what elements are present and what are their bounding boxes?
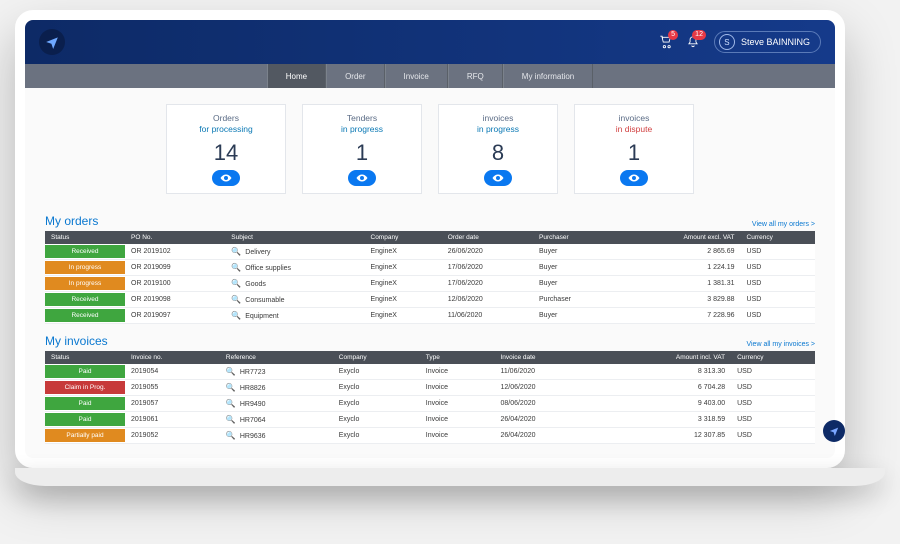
stat-value: 1 — [628, 140, 640, 166]
notifications-badge: 12 — [692, 30, 706, 40]
status-badge: Partially paid — [45, 429, 125, 442]
col-header: Currency — [731, 351, 815, 364]
stat-view-button[interactable] — [348, 170, 376, 186]
table-row[interactable]: Claim in Prog.2019055🔍HR8826ExycloInvoic… — [45, 380, 815, 396]
status-badge: Received — [45, 293, 125, 306]
stat-view-button[interactable] — [620, 170, 648, 186]
col-header: Currency — [741, 231, 815, 244]
table-row[interactable]: In progressOR 2019099🔍Office suppliesEng… — [45, 260, 815, 276]
col-header: Company — [365, 231, 442, 244]
status-badge: Paid — [45, 397, 125, 410]
cart-button[interactable]: 5 — [658, 35, 672, 49]
nav-invoice[interactable]: Invoice — [385, 64, 448, 88]
status-badge: Claim in Prog. — [45, 381, 125, 394]
brand-logo — [39, 29, 65, 55]
search-icon[interactable]: 🔍 — [226, 399, 236, 408]
search-icon[interactable]: 🔍 — [231, 279, 241, 288]
search-icon[interactable]: 🔍 — [231, 295, 241, 304]
main-nav: HomeOrderInvoiceRFQMy information — [25, 64, 835, 88]
nav-my-information[interactable]: My information — [503, 64, 593, 88]
status-cell: Paid — [45, 364, 125, 380]
search-icon[interactable]: 🔍 — [226, 415, 236, 424]
table-row[interactable]: ReceivedOR 2019102🔍DeliveryEngineX26/06/… — [45, 244, 815, 260]
col-header: Invoice no. — [125, 351, 220, 364]
status-badge: Paid — [45, 413, 125, 426]
col-header: Status — [45, 231, 125, 244]
user-menu[interactable]: S Steve BAINNING — [714, 31, 821, 53]
invoices-table: StatusInvoice no.ReferenceCompanyTypeInv… — [45, 351, 815, 444]
search-icon[interactable]: 🔍 — [231, 263, 241, 272]
stat-title: invoicesin dispute — [616, 113, 652, 134]
search-icon[interactable]: 🔍 — [231, 311, 241, 320]
col-header: Company — [333, 351, 420, 364]
table-row[interactable]: Paid2019057🔍HR9490ExycloInvoice08/06/202… — [45, 396, 815, 412]
stat-view-button[interactable] — [484, 170, 512, 186]
stat-value: 8 — [492, 140, 504, 166]
status-badge: In progress — [45, 261, 125, 274]
status-cell: Received — [45, 292, 125, 308]
col-header: Reference — [220, 351, 333, 364]
table-row[interactable]: Partially paid2019052🔍HR9636ExycloInvoic… — [45, 428, 815, 444]
stat-card-0: Ordersfor processing 14 — [166, 104, 286, 194]
status-cell: In progress — [45, 260, 125, 276]
status-cell: Paid — [45, 396, 125, 412]
nav-rfq[interactable]: RFQ — [448, 64, 503, 88]
table-row[interactable]: ReceivedOR 2019098🔍ConsumableEngineX12/0… — [45, 292, 815, 308]
invoices-title: My invoices — [45, 334, 108, 348]
user-name: Steve BAINNING — [741, 37, 810, 47]
search-icon[interactable]: 🔍 — [231, 247, 241, 256]
view-all-orders-link[interactable]: View all my orders > — [752, 221, 815, 228]
status-badge: Paid — [45, 365, 125, 378]
status-cell: In progress — [45, 276, 125, 292]
stat-title: Tendersin progress — [341, 113, 383, 134]
status-cell: Paid — [45, 412, 125, 428]
col-header: Amount excl. VAT — [618, 231, 740, 244]
avatar: S — [719, 34, 735, 50]
stat-value: 1 — [356, 140, 368, 166]
orders-table: StatusPO No.SubjectCompanyOrder datePurc… — [45, 231, 815, 324]
status-badge: Received — [45, 245, 125, 258]
search-icon[interactable]: 🔍 — [226, 383, 236, 392]
search-icon[interactable]: 🔍 — [226, 367, 236, 376]
nav-home[interactable]: Home — [267, 64, 326, 88]
status-cell: Received — [45, 308, 125, 324]
notifications-button[interactable]: 12 — [686, 35, 700, 49]
col-header: Status — [45, 351, 125, 364]
stat-card-2: invoicesin progress 8 — [438, 104, 558, 194]
stat-card-3: invoicesin dispute 1 — [574, 104, 694, 194]
stat-title: Ordersfor processing — [199, 113, 252, 134]
table-row[interactable]: Paid2019061🔍HR7064ExycloInvoice26/04/202… — [45, 412, 815, 428]
header-bar: 5 12 S Steve BAINNING — [25, 20, 835, 64]
status-cell: Received — [45, 244, 125, 260]
col-header: Order date — [442, 231, 533, 244]
col-header: PO No. — [125, 231, 225, 244]
col-header: Subject — [225, 231, 364, 244]
fab-button[interactable] — [823, 420, 845, 442]
table-row[interactable]: ReceivedOR 2019097🔍EquipmentEngineX11/06… — [45, 308, 815, 324]
stats-row: Ordersfor processing 14 Tendersin progress… — [25, 88, 835, 210]
col-header: Type — [420, 351, 495, 364]
status-cell: Claim in Prog. — [45, 380, 125, 396]
status-badge: Received — [45, 309, 125, 322]
col-header: Invoice date — [494, 351, 597, 364]
cart-badge: 5 — [668, 30, 678, 40]
orders-title: My orders — [45, 214, 98, 228]
status-cell: Partially paid — [45, 428, 125, 444]
stat-title: invoicesin progress — [477, 113, 519, 134]
search-icon[interactable]: 🔍 — [226, 431, 236, 440]
nav-order[interactable]: Order — [326, 64, 384, 88]
col-header: Amount incl. VAT — [597, 351, 731, 364]
col-header: Purchaser — [533, 231, 618, 244]
status-badge: In progress — [45, 277, 125, 290]
table-row[interactable]: In progressOR 2019100🔍GoodsEngineX17/06/… — [45, 276, 815, 292]
stat-value: 14 — [214, 140, 238, 166]
stat-card-1: Tendersin progress 1 — [302, 104, 422, 194]
laptop-base — [15, 468, 885, 486]
view-all-invoices-link[interactable]: View all my invoices > — [746, 341, 815, 348]
table-row[interactable]: Paid2019054🔍HR7723ExycloInvoice11/06/202… — [45, 364, 815, 380]
stat-view-button[interactable] — [212, 170, 240, 186]
